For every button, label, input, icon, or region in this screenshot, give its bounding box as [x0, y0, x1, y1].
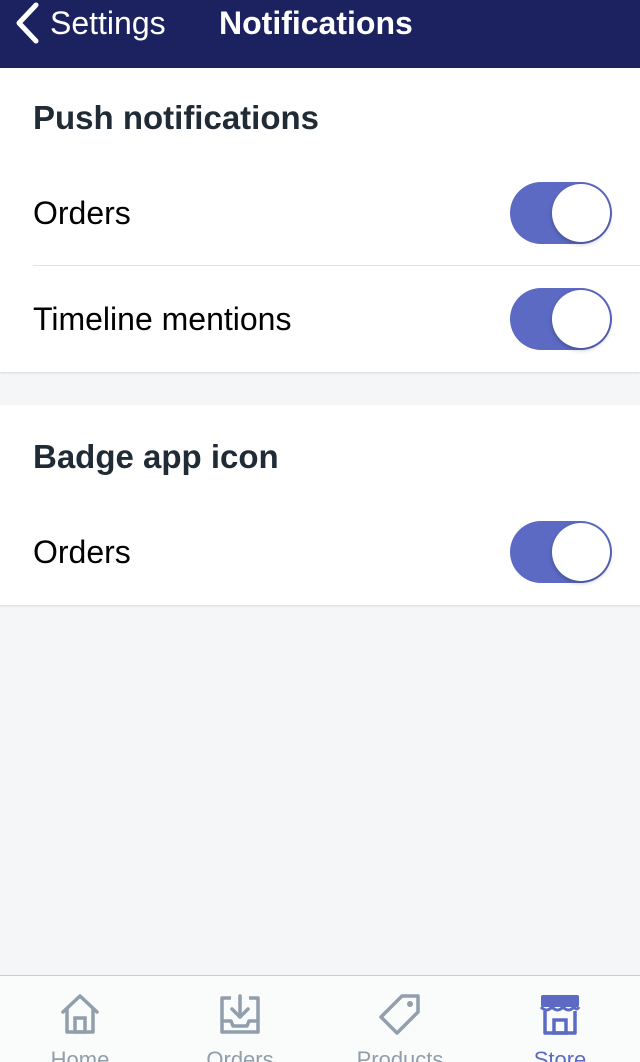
chevron-left-icon	[14, 2, 40, 44]
section-title-badge-app-icon: Badge app icon	[33, 438, 279, 475]
back-button[interactable]: Settings	[14, 0, 166, 46]
tab-orders[interactable]: Orders	[160, 976, 320, 1062]
orders-inbox-icon	[218, 992, 262, 1036]
badge-app-icon-section: Badge app icon Orders	[0, 405, 640, 605]
toggle-knob	[552, 184, 610, 242]
tag-icon	[378, 992, 422, 1036]
toggle-knob	[552, 290, 610, 348]
navigation-bar: Settings Notifications	[0, 0, 640, 68]
setting-row-push-orders: Orders	[0, 160, 640, 266]
tab-label-products: Products	[356, 1047, 444, 1062]
page-title: Notifications	[219, 5, 413, 41]
push-orders-toggle[interactable]	[510, 182, 612, 244]
tab-home[interactable]: Home	[0, 976, 160, 1062]
setting-row-timeline-mentions: Timeline mentions	[0, 266, 640, 372]
section-title-push-notifications: Push notifications	[33, 99, 320, 136]
badge-orders-toggle[interactable]	[510, 521, 612, 583]
setting-label-timeline-mentions: Timeline mentions	[33, 301, 292, 337]
push-notifications-section: Push notifications Orders Timeline menti…	[0, 68, 640, 372]
tab-store[interactable]: Store	[480, 976, 640, 1062]
tab-label-home: Home	[50, 1047, 110, 1062]
setting-label-push-orders: Orders	[33, 195, 131, 231]
tab-products[interactable]: Products	[320, 976, 480, 1062]
tab-bar: Home Orders Products Store	[0, 975, 640, 1062]
setting-row-badge-orders: Orders	[0, 499, 640, 605]
store-icon	[538, 992, 582, 1036]
home-icon	[58, 992, 102, 1036]
back-label: Settings	[50, 5, 166, 41]
notifications-screen: Settings Notifications Push notification…	[0, 0, 640, 1062]
tab-label-store: Store	[533, 1047, 587, 1062]
timeline-mentions-toggle[interactable]	[510, 288, 612, 350]
toggle-knob	[552, 523, 610, 581]
setting-label-badge-orders: Orders	[33, 534, 131, 570]
tab-label-orders: Orders	[206, 1047, 274, 1062]
